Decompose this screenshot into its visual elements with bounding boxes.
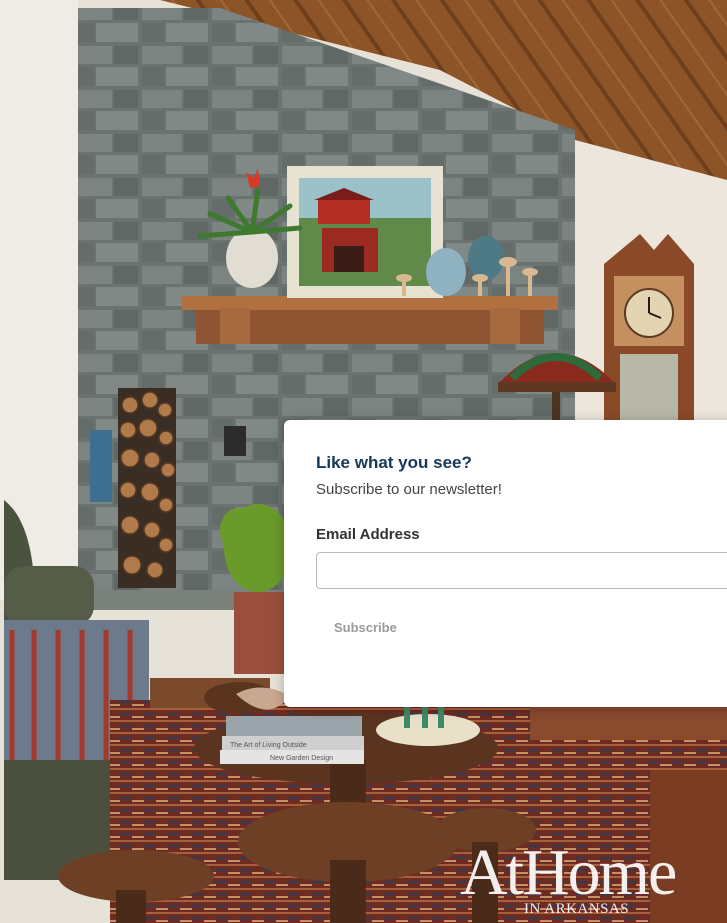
logo-wordmark: AtHome xyxy=(460,836,677,909)
logo-subtitle: IN ARKANSAS xyxy=(524,901,630,917)
popup-title: Like what you see? xyxy=(316,453,472,472)
popup-subtitle: Subscribe to our newsletter! xyxy=(316,481,502,498)
email-field[interactable] xyxy=(316,552,727,589)
newsletter-popup: Like what you see? Subscribe to our news… xyxy=(284,420,727,707)
email-label: Email Address xyxy=(316,526,420,543)
book-spine-title: The Art of Living Outside xyxy=(230,742,307,749)
athome-logo: AtHome IN ARKANSAS xyxy=(460,838,722,923)
subscribe-button[interactable]: Subscribe xyxy=(334,620,397,635)
book-spine-title-2: New Garden Design xyxy=(270,755,333,762)
